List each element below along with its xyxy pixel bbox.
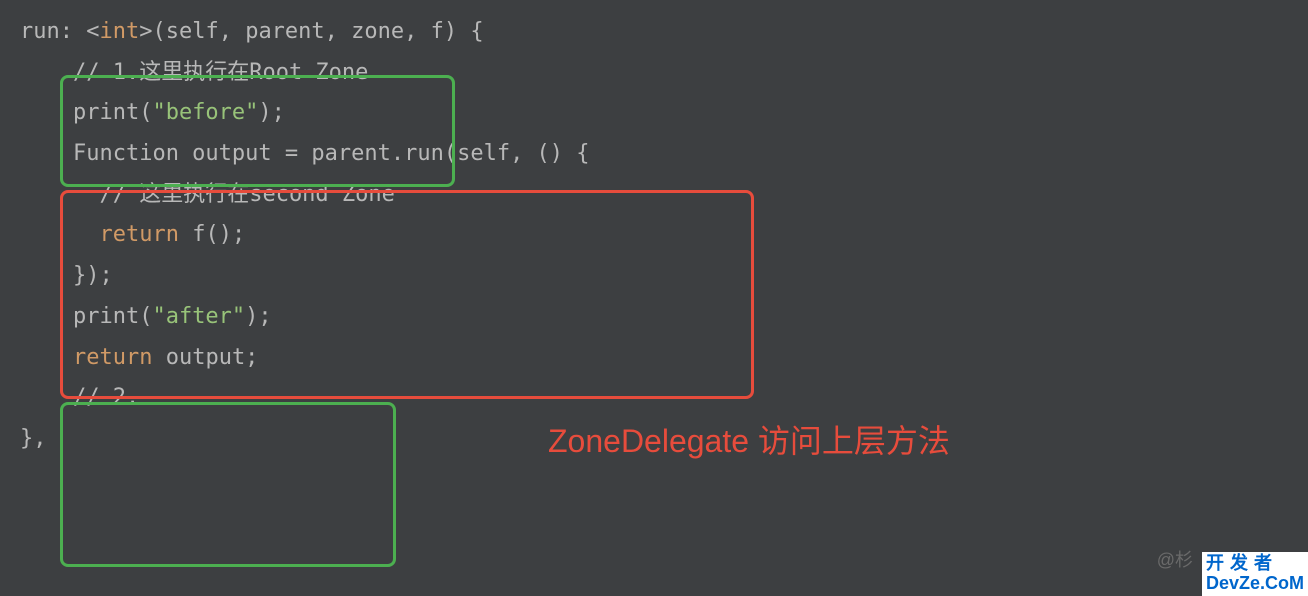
code-line-9: return output; [0,338,1308,379]
logo-line-1: 开发者 [1206,554,1304,574]
code-line-3: print("before"); [0,93,1308,134]
code-line-5: // 这里执行在second Zone [0,175,1308,216]
code-line-10: // 2. [0,378,1308,419]
logo-line-2: DevZe.CoM [1206,574,1304,594]
code-line-2: // 1.这里执行在Root Zone [0,53,1308,94]
code-line-8: print("after"); [0,297,1308,338]
watermark-text: @杉 [1157,546,1193,572]
code-block: run: <int>(self, parent, zone, f) { // 1… [0,12,1308,460]
code-line-7: }); [0,256,1308,297]
code-line-6: return f(); [0,215,1308,256]
annotation-text: ZoneDelegate 访问上层方法 [548,416,950,462]
code-line-4: Function output = parent.run(self, () { [0,134,1308,175]
code-line-1: run: <int>(self, parent, zone, f) { [0,12,1308,53]
site-logo: 开发者 DevZe.CoM [1202,552,1308,596]
